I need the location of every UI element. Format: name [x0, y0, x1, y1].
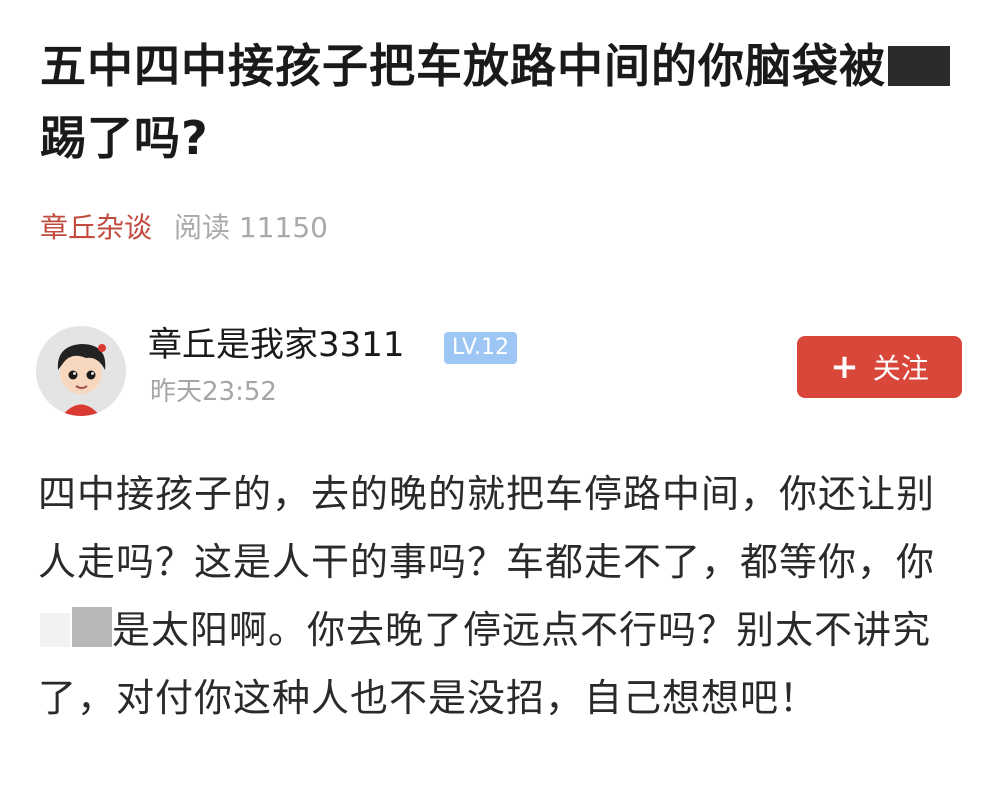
post-body-part2: 是太阳啊。你去晚了停远点不行吗？别太不讲究了，对付你这种人也不是没招，自己想想吧…: [38, 608, 932, 720]
avatar[interactable]: [36, 326, 126, 416]
post-time: 昨天23:52: [150, 377, 277, 407]
follow-button[interactable]: + 关注: [797, 336, 962, 398]
post-body-part1: 四中接孩子的，去的晚的就把车停路中间，你还让别人走吗？这是人干的事吗？车都走不了…: [38, 472, 936, 584]
post-body: 四中接孩子的，去的晚的就把车停路中间，你还让别人走吗？这是人干的事吗？车都走不了…: [38, 460, 968, 732]
redaction-block: [888, 46, 950, 86]
follow-label: 关注: [872, 352, 929, 385]
redaction-blur: [40, 613, 70, 647]
plus-icon: +: [830, 347, 859, 387]
post-meta: 章丘杂谈 阅读 11150: [40, 206, 328, 250]
source-link[interactable]: 章丘杂谈: [40, 211, 152, 244]
post-title-text-end: 踢了吗?: [40, 111, 209, 165]
read-count: 阅读 11150: [174, 211, 328, 244]
redaction-block: [72, 607, 112, 647]
post-title-text: 五中四中接孩子把车放路中间的你脑袋被: [40, 39, 886, 93]
level-badge: LV.12: [444, 332, 518, 364]
post-title: 五中四中接孩子把车放路中间的你脑袋被 踢了吗?: [40, 30, 970, 174]
author-name[interactable]: 章丘是我家3311: [148, 320, 405, 370]
cartoon-boy-avatar-icon: [36, 326, 126, 416]
